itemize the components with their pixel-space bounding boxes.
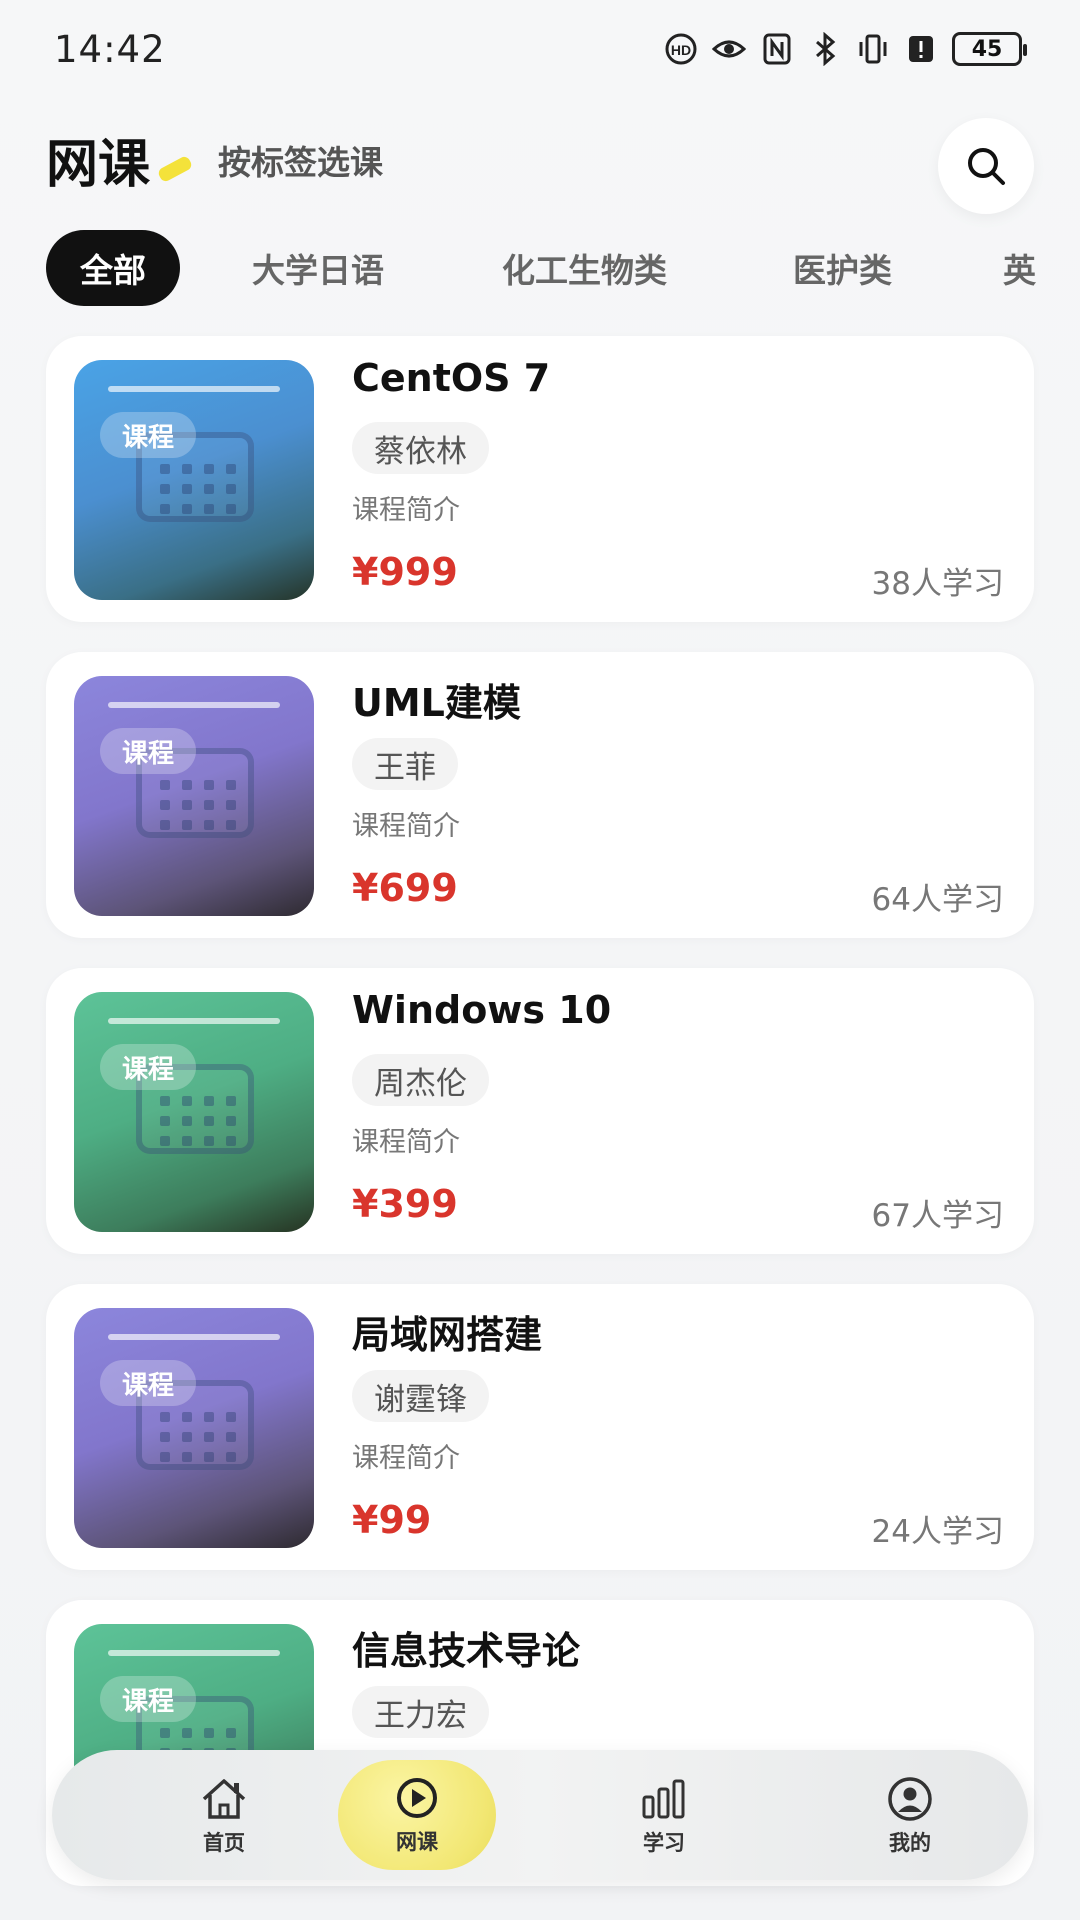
- status-bar: 14:42 HD 45: [0, 0, 1080, 100]
- course-price: ¥999: [352, 550, 458, 594]
- page-subtitle: 按标签选课: [218, 143, 383, 182]
- teacher-chip: 蔡依林: [352, 422, 489, 474]
- nav-online-course[interactable]: 网课: [338, 1760, 496, 1870]
- play-icon: [397, 1778, 437, 1818]
- page: 14:42 HD 45 网课 按标签选课 全部 大学日语 化工生物类 医护类 英…: [0, 0, 1080, 1920]
- course-learners: 64人学习: [871, 882, 1004, 918]
- course-price: ¥699: [352, 866, 458, 910]
- battery-indicator: 45: [952, 32, 1027, 66]
- bar-chart-icon: [642, 1779, 685, 1819]
- teacher-chip: 谢霆锋: [352, 1370, 489, 1422]
- course-learners: 38人学习: [871, 566, 1004, 602]
- course-thumbnail: 课程: [74, 992, 314, 1232]
- nav-profile[interactable]: 我的: [830, 1764, 990, 1868]
- course-price: ¥99: [352, 1498, 432, 1542]
- thumbnail-bar: [108, 1018, 280, 1024]
- nav-home[interactable]: 首页: [144, 1764, 304, 1868]
- course-price: ¥399: [352, 1182, 458, 1226]
- course-title: 局域网搭建: [352, 1313, 543, 1357]
- course-title: 信息技术导论: [352, 1629, 581, 1673]
- eye-icon: [712, 32, 746, 66]
- course-card[interactable]: 课程 CentOS 7 蔡依林 课程简介 ¥999 38人学习: [46, 336, 1034, 622]
- nav-label: 首页: [203, 1831, 245, 1855]
- course-thumbnail: 课程: [74, 676, 314, 916]
- category-tabs: 全部 大学日语 化工生物类 医护类 英: [0, 230, 1080, 306]
- course-card[interactable]: 课程 UML建模 王菲 课程简介 ¥699 64人学习: [46, 652, 1034, 938]
- course-title: CentOS 7: [352, 356, 551, 400]
- teacher-chip: 周杰伦: [352, 1054, 489, 1106]
- tab-college-japanese[interactable]: 大学日语: [252, 230, 384, 306]
- thumbnail-bar: [108, 386, 280, 392]
- course-card[interactable]: 课程 Windows 10 周杰伦 课程简介 ¥399 67人学习: [46, 968, 1034, 1254]
- tab-chem-bio[interactable]: 化工生物类: [502, 230, 667, 306]
- search-button[interactable]: [938, 118, 1034, 214]
- tab-english[interactable]: 英: [1003, 230, 1036, 306]
- title-accent-mark: [156, 154, 194, 184]
- page-title: 网课: [46, 135, 151, 195]
- tab-medical[interactable]: 医护类: [793, 230, 892, 306]
- course-tag: 课程: [100, 412, 197, 458]
- course-card[interactable]: 课程 局域网搭建 谢霆锋 课程简介 ¥99 24人学习: [46, 1284, 1034, 1570]
- course-tag: 课程: [100, 1360, 197, 1406]
- thumbnail-bar: [108, 1650, 280, 1656]
- status-icons: HD 45: [664, 32, 1027, 66]
- nfc-icon: [760, 32, 794, 66]
- alert-icon: [904, 32, 938, 66]
- bluetooth-icon: [808, 32, 842, 66]
- tab-all[interactable]: 全部: [46, 230, 180, 306]
- course-title: UML建模: [352, 681, 521, 725]
- course-thumbnail: 课程: [74, 360, 314, 600]
- course-title: Windows 10: [352, 988, 612, 1032]
- home-icon: [202, 1779, 246, 1819]
- header: 网课 按标签选课: [0, 100, 1080, 220]
- nav-label: 网课: [396, 1830, 438, 1854]
- status-time: 14:42: [54, 28, 166, 71]
- course-description: 课程简介: [352, 811, 460, 842]
- course-tag: 课程: [100, 728, 197, 774]
- user-icon: [888, 1777, 932, 1821]
- bottom-nav: 首页 网课 学习 我的: [52, 1750, 1028, 1880]
- nav-label: 学习: [643, 1831, 685, 1855]
- course-learners: 24人学习: [871, 1514, 1004, 1550]
- hd-icon: HD: [664, 32, 698, 66]
- course-thumbnail: 课程: [74, 1308, 314, 1548]
- teacher-chip: 王菲: [352, 738, 458, 790]
- course-tag: 课程: [100, 1044, 197, 1090]
- course-tag: 课程: [100, 1676, 197, 1722]
- course-description: 课程简介: [352, 1443, 460, 1474]
- course-description: 课程简介: [352, 495, 460, 526]
- course-description: 课程简介: [352, 1127, 460, 1158]
- thumbnail-bar: [108, 702, 280, 708]
- thumbnail-bar: [108, 1334, 280, 1340]
- nav-label: 我的: [889, 1831, 931, 1855]
- course-learners: 67人学习: [871, 1198, 1004, 1234]
- nav-study[interactable]: 学习: [584, 1764, 744, 1868]
- teacher-chip: 王力宏: [352, 1686, 489, 1738]
- vibrate-icon: [856, 32, 890, 66]
- svg-text:HD: HD: [671, 42, 691, 58]
- search-icon: [968, 148, 1005, 185]
